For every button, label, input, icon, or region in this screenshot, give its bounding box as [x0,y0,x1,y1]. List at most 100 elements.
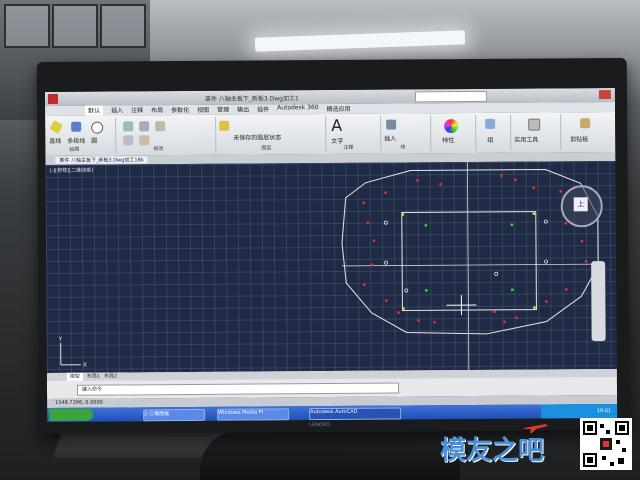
window-pane [100,4,146,48]
trim-icon[interactable] [155,121,166,132]
text-label: 文字 [331,137,344,146]
layer-state-dropdown[interactable]: 未保存的图层状态 [233,132,281,141]
group-block-label: 块 [400,144,406,151]
move-icon[interactable] [123,121,134,132]
rotate-icon[interactable] [139,121,150,132]
insert-icon[interactable] [386,119,397,130]
group-modify: 修改 [115,116,217,154]
window-pane [4,4,50,48]
group-properties: 特性 [430,114,477,152]
hole-point [433,320,436,324]
monitor-stand [200,430,460,480]
mirror-icon[interactable] [139,135,150,146]
clock[interactable]: 19:01 [597,408,611,414]
layout-tab-1[interactable]: 布局1 [87,373,100,381]
hole-point [384,299,388,303]
tab-8[interactable]: 插件 [257,104,269,114]
group-utilities: 实用工具 [510,114,562,151]
hole-point [397,311,400,314]
group-draw: 直线 多段线 圆 绘图 [45,117,117,155]
tab-9[interactable]: Autodesk 360 [277,104,318,114]
group-modify-label: 修改 [153,146,164,153]
hole-point [366,221,370,225]
qr-code [580,418,632,470]
tab-3[interactable]: 布局 [151,105,163,115]
tab-10[interactable]: 精选应用 [327,104,351,114]
circle-icon[interactable] [91,121,104,134]
hole-point [514,178,517,182]
command-prompt: 键入命令 [81,386,103,393]
properties-icon[interactable] [444,119,459,134]
drawing-viewport[interactable]: [-][俯视][二维线框] Y X 上 [45,161,617,374]
taskbar-item-autocad[interactable]: Autodesk AutoCAD [309,407,402,421]
tab-2[interactable]: 注释 [131,105,143,115]
clipboard-icon[interactable] [580,118,591,129]
line-icon[interactable] [49,120,63,134]
hole-point [580,239,584,243]
ucs-icon: Y X [58,336,87,369]
layout-tab-0[interactable]: 模型 [66,372,83,381]
tab-4[interactable]: 参数化 [171,105,189,115]
text-icon[interactable]: A [331,116,342,135]
tab-7[interactable]: 输出 [237,105,249,115]
layer-properties-icon[interactable] [219,120,230,131]
drawing-canvas: Y X [58,162,599,371]
group-layers-label: 图层 [261,145,272,152]
hole-point [559,190,563,193]
hole-point [515,316,518,320]
copy-icon[interactable] [123,135,134,146]
group-block: 插入 块 [380,115,432,152]
hole-point [532,212,536,215]
group-draw-label: 绘图 [69,146,80,153]
taskbar-item-drawing[interactable]: 2-三维图框 [143,408,206,422]
crosshair-horizontal [342,263,599,267]
viewcube-face[interactable]: 上 [573,197,588,212]
app-logo-icon[interactable] [47,93,59,104]
close-icon[interactable] [598,90,611,100]
polyline-icon[interactable] [71,121,82,132]
hole-point [543,219,548,224]
tab-5[interactable]: 视图 [197,105,209,115]
calculator-icon[interactable] [528,118,541,131]
group-layers: 未保存的图层状态 图层 [215,116,327,153]
svg-text:Y: Y [58,336,63,343]
hole-point [384,191,388,195]
hole-point [503,320,506,324]
hole-point [424,223,428,227]
plane-logo-icon [524,424,548,433]
group-clipboard: 剪贴板 [560,114,615,150]
hole-point [500,174,503,178]
group-annotation-label: 注释 [343,144,354,151]
window-pane [52,4,98,48]
circle-label: 圆 [91,137,98,145]
hole-point [439,182,442,186]
tab-1[interactable]: 插入 [111,105,123,115]
hole-point [372,239,376,243]
document-tab[interactable]: 某件 八轴主板下_新板3.Dwg加工1Bk [55,156,148,164]
tab-0[interactable]: 默认 [85,105,104,116]
hole-point [584,259,588,263]
hole-point [416,179,419,182]
search-input[interactable] [414,90,487,103]
taskbar-item-media[interactable]: Windows Media Pl [217,408,290,421]
command-input[interactable]: 键入命令 [76,382,400,396]
svg-text:X: X [83,362,87,369]
hole-point [544,259,549,264]
layout-tab-2[interactable]: 布局2 [104,373,117,381]
hole-point [564,287,568,291]
navigation-bar[interactable] [591,261,606,342]
coordinate-readout: 1548.7396, 0.0000 [55,399,103,406]
bezel-brand: LENOVO [309,422,331,429]
viewcube[interactable]: 上 [560,185,603,228]
group-icon[interactable] [485,118,496,129]
hole-point [370,263,374,267]
tab-6[interactable]: 管理 [217,105,229,115]
watermark-text: 模友之吧 [440,436,545,466]
group-label: 组 [487,136,494,144]
start-button[interactable] [49,408,94,421]
insert-label: 插入 [384,135,397,143]
hole-point [362,201,366,205]
hole-point [493,310,496,314]
hole-point [533,306,536,309]
system-tray: 19:01 [541,404,618,419]
